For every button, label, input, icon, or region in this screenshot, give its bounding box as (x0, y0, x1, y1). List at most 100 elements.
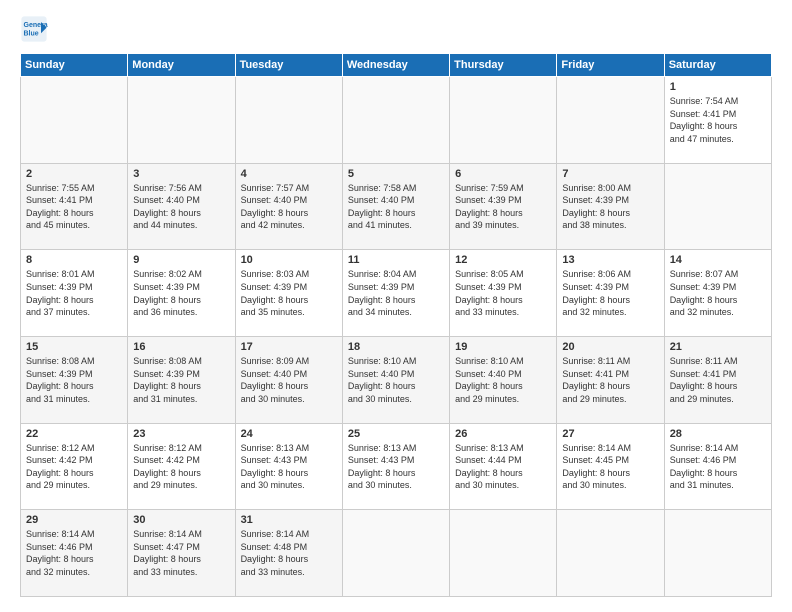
day-sunrise: Sunrise: 8:13 AMSunset: 4:44 PMDaylight:… (455, 443, 524, 491)
calendar-cell: 25Sunrise: 8:13 AMSunset: 4:43 PMDayligh… (342, 423, 449, 510)
day-sunrise: Sunrise: 8:04 AMSunset: 4:39 PMDaylight:… (348, 269, 417, 317)
calendar-cell: 14 Sunrise: 8:07 AMSunset: 4:39 PMDayligh… (664, 250, 771, 337)
day-number: 30 (133, 514, 229, 526)
day-number: 13 (562, 254, 658, 266)
day-sunrise: Sunrise: 7:57 AMSunset: 4:40 PMDaylight:… (241, 183, 310, 231)
calendar-cell: 2 Sunrise: 7:55 AMSunset: 4:41 PMDaylight… (21, 163, 128, 250)
day-sunrise: Sunrise: 8:07 AMSunset: 4:39 PMDaylight:… (670, 269, 739, 317)
calendar-cell: 6Sunrise: 7:59 AMSunset: 4:39 PMDaylight… (450, 163, 557, 250)
day-number: 21 (670, 341, 766, 353)
day-number: 7 (562, 168, 658, 180)
day-number: 29 (26, 514, 122, 526)
dow-header: Saturday (664, 54, 771, 77)
day-number: 4 (241, 168, 337, 180)
calendar-cell: 12Sunrise: 8:05 AMSunset: 4:39 PMDayligh… (450, 250, 557, 337)
svg-text:Blue: Blue (24, 30, 39, 37)
calendar-cell: 5 Sunrise: 7:58 AMSunset: 4:40 PMDaylight… (342, 163, 449, 250)
day-sunrise: Sunrise: 8:14 AMSunset: 4:48 PMDaylight:… (241, 529, 310, 577)
day-sunrise: Sunrise: 7:58 AMSunset: 4:40 PMDaylight:… (348, 183, 417, 231)
calendar-cell: 23 Sunrise: 8:12 AMSunset: 4:42 PMDayligh… (128, 423, 235, 510)
day-number: 8 (26, 254, 122, 266)
day-number: 24 (241, 428, 337, 440)
day-sunrise: Sunrise: 8:12 AMSunset: 4:42 PMDaylight:… (26, 443, 95, 491)
day-number: 19 (455, 341, 551, 353)
day-sunrise: Sunrise: 7:55 AMSunset: 4:41 PMDaylight:… (26, 183, 95, 231)
page: General Blue SundayMondayTuesdayWednesda… (0, 0, 792, 612)
logo-icon: General Blue (20, 15, 48, 43)
day-sunrise: Sunrise: 8:02 AMSunset: 4:39 PMDaylight:… (133, 269, 202, 317)
day-number: 14 (670, 254, 766, 266)
calendar-table: SundayMondayTuesdayWednesdayThursdayFrid… (20, 53, 772, 597)
calendar-cell: 31 Sunrise: 8:14 AMSunset: 4:48 PMDayligh… (235, 510, 342, 597)
calendar-cell (128, 77, 235, 164)
calendar-cell: 8Sunrise: 8:01 AMSunset: 4:39 PMDaylight… (21, 250, 128, 337)
calendar-cell: 17 Sunrise: 8:09 AMSunset: 4:40 PMDayligh… (235, 336, 342, 423)
calendar-cell: 26 Sunrise: 8:13 AMSunset: 4:44 PMDayligh… (450, 423, 557, 510)
dow-header: Sunday (21, 54, 128, 77)
calendar-cell: 16Sunrise: 8:08 AMSunset: 4:39 PMDayligh… (128, 336, 235, 423)
calendar-cell: 18 Sunrise: 8:10 AMSunset: 4:40 PMDayligh… (342, 336, 449, 423)
calendar-week-row: 15Sunrise: 8:08 AMSunset: 4:39 PMDayligh… (21, 336, 772, 423)
calendar-cell (664, 163, 771, 250)
day-number: 27 (562, 428, 658, 440)
calendar-cell: 1Sunrise: 7:54 AMSunset: 4:41 PMDaylight… (664, 77, 771, 164)
calendar-cell: 28 Sunrise: 8:14 AMSunset: 4:46 PMDayligh… (664, 423, 771, 510)
calendar-cell: 22 Sunrise: 8:12 AMSunset: 4:42 PMDayligh… (21, 423, 128, 510)
logo: General Blue (20, 15, 52, 43)
day-sunrise: Sunrise: 8:10 AMSunset: 4:40 PMDaylight:… (455, 356, 524, 404)
day-number: 26 (455, 428, 551, 440)
day-number: 5 (348, 168, 444, 180)
dow-header: Friday (557, 54, 664, 77)
calendar-cell: 10 Sunrise: 8:03 AMSunset: 4:39 PMDayligh… (235, 250, 342, 337)
calendar-cell: 3Sunrise: 7:56 AMSunset: 4:40 PMDaylight… (128, 163, 235, 250)
calendar-cell: 9 Sunrise: 8:02 AMSunset: 4:39 PMDaylight… (128, 250, 235, 337)
day-number: 10 (241, 254, 337, 266)
day-number: 18 (348, 341, 444, 353)
day-sunrise: Sunrise: 8:14 AMSunset: 4:45 PMDaylight:… (562, 443, 631, 491)
day-sunrise: Sunrise: 8:11 AMSunset: 4:41 PMDaylight:… (670, 356, 738, 404)
day-number: 20 (562, 341, 658, 353)
day-sunrise: Sunrise: 8:08 AMSunset: 4:39 PMDaylight:… (26, 356, 95, 404)
calendar-cell (450, 510, 557, 597)
dow-header: Thursday (450, 54, 557, 77)
calendar-cell (21, 77, 128, 164)
day-sunrise: Sunrise: 8:10 AMSunset: 4:40 PMDaylight:… (348, 356, 417, 404)
calendar-cell (664, 510, 771, 597)
day-number: 31 (241, 514, 337, 526)
calendar-week-row: 8Sunrise: 8:01 AMSunset: 4:39 PMDaylight… (21, 250, 772, 337)
day-number: 28 (670, 428, 766, 440)
day-number: 25 (348, 428, 444, 440)
calendar-cell: 30Sunrise: 8:14 AMSunset: 4:47 PMDayligh… (128, 510, 235, 597)
calendar-body: 1Sunrise: 7:54 AMSunset: 4:41 PMDaylight… (21, 77, 772, 597)
day-sunrise: Sunrise: 7:59 AMSunset: 4:39 PMDaylight:… (455, 183, 524, 231)
dow-header: Monday (128, 54, 235, 77)
calendar-cell (557, 510, 664, 597)
day-sunrise: Sunrise: 8:09 AMSunset: 4:40 PMDaylight:… (241, 356, 310, 404)
dow-header: Wednesday (342, 54, 449, 77)
day-sunrise: Sunrise: 8:13 AMSunset: 4:43 PMDaylight:… (241, 443, 310, 491)
calendar-cell: 21 Sunrise: 8:11 AMSunset: 4:41 PMDayligh… (664, 336, 771, 423)
calendar-cell: 29Sunrise: 8:14 AMSunset: 4:46 PMDayligh… (21, 510, 128, 597)
day-sunrise: Sunrise: 8:00 AMSunset: 4:39 PMDaylight:… (562, 183, 631, 231)
day-number: 22 (26, 428, 122, 440)
day-number: 9 (133, 254, 229, 266)
day-sunrise: Sunrise: 8:11 AMSunset: 4:41 PMDaylight:… (562, 356, 630, 404)
calendar-cell: 13 Sunrise: 8:06 AMSunset: 4:39 PMDayligh… (557, 250, 664, 337)
header: General Blue (20, 15, 772, 43)
day-sunrise: Sunrise: 8:14 AMSunset: 4:46 PMDaylight:… (670, 443, 739, 491)
calendar-cell: 24 Sunrise: 8:13 AMSunset: 4:43 PMDayligh… (235, 423, 342, 510)
dow-header: Tuesday (235, 54, 342, 77)
day-number: 23 (133, 428, 229, 440)
day-sunrise: Sunrise: 8:06 AMSunset: 4:39 PMDaylight:… (562, 269, 631, 317)
day-number: 12 (455, 254, 551, 266)
day-number: 2 (26, 168, 122, 180)
day-sunrise: Sunrise: 7:56 AMSunset: 4:40 PMDaylight:… (133, 183, 202, 231)
days-of-week-row: SundayMondayTuesdayWednesdayThursdayFrid… (21, 54, 772, 77)
day-sunrise: Sunrise: 8:03 AMSunset: 4:39 PMDaylight:… (241, 269, 310, 317)
day-number: 17 (241, 341, 337, 353)
calendar-cell: 4 Sunrise: 7:57 AMSunset: 4:40 PMDaylight… (235, 163, 342, 250)
calendar-cell (450, 77, 557, 164)
day-sunrise: Sunrise: 8:12 AMSunset: 4:42 PMDaylight:… (133, 443, 202, 491)
calendar-week-row: 22 Sunrise: 8:12 AMSunset: 4:42 PMDayligh… (21, 423, 772, 510)
calendar-cell (557, 77, 664, 164)
